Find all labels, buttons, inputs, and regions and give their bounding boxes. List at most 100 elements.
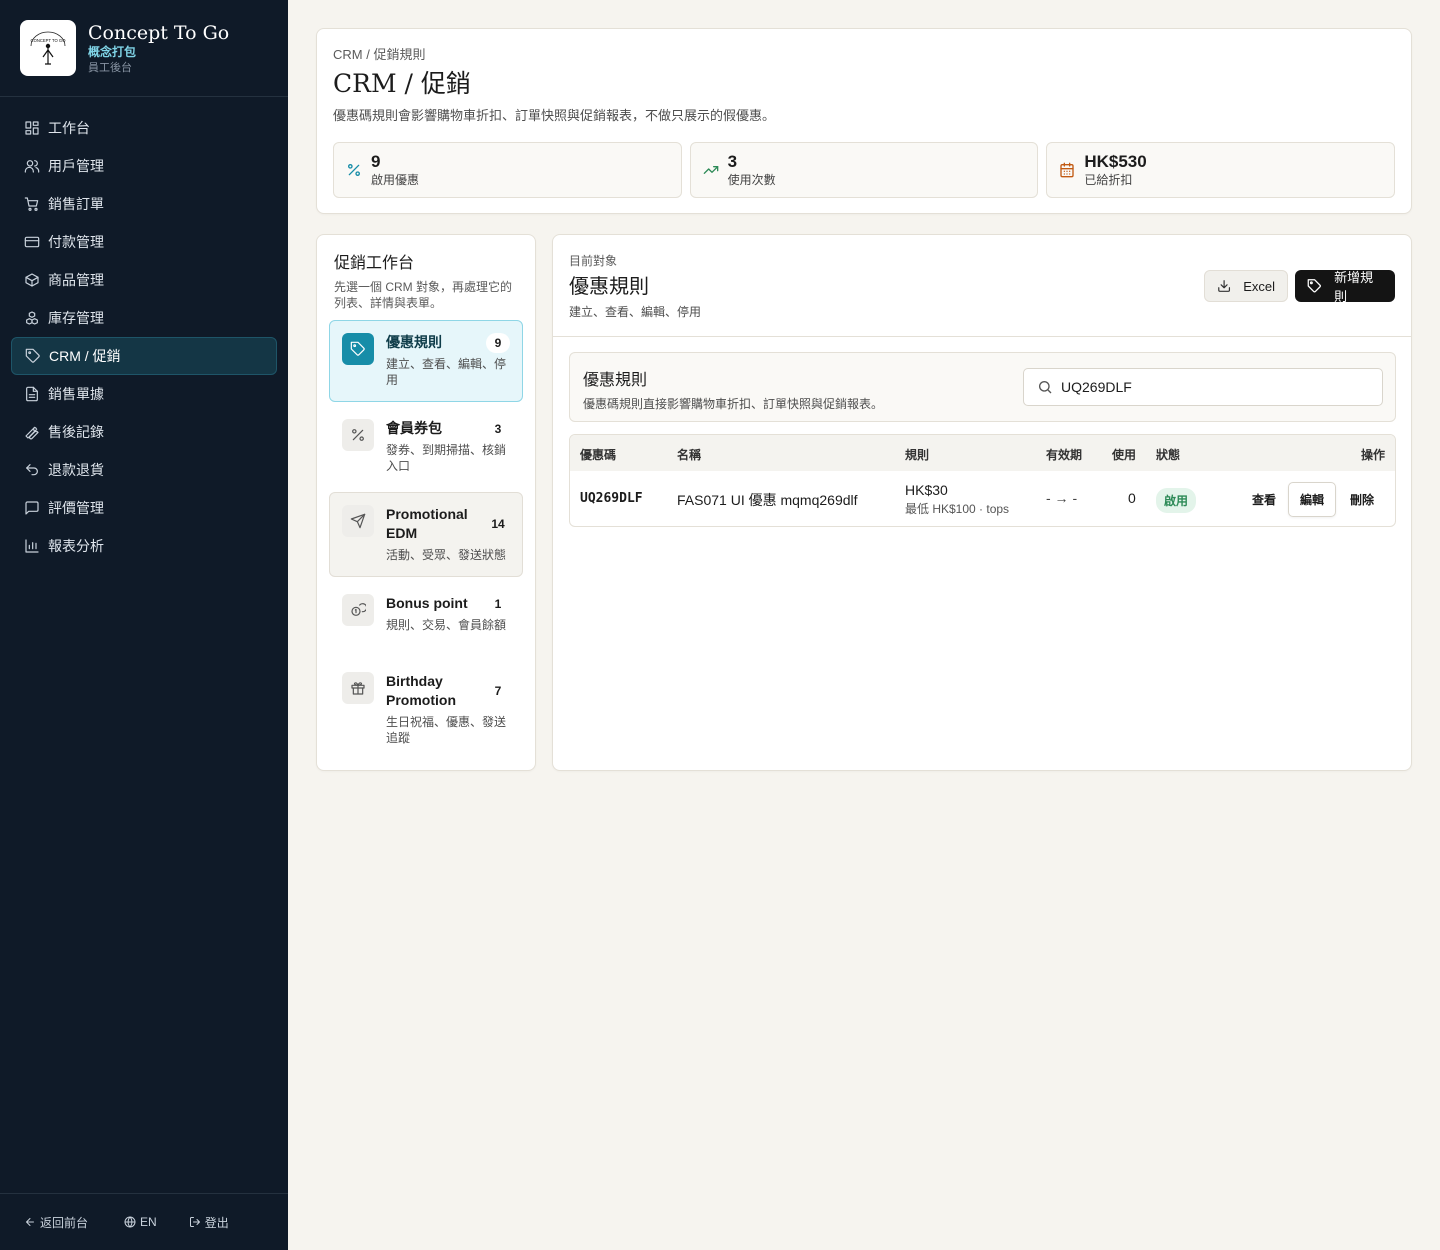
search-input[interactable] (1061, 379, 1361, 395)
nav-item-products[interactable]: 商品管理 (11, 261, 277, 299)
percent-icon (348, 164, 360, 176)
page-header: CRM / 促銷規則 CRM / 促銷 優惠碼規則會影響購物車折扣、訂單快照與促… (316, 28, 1412, 214)
nav-label: 評價管理 (48, 500, 104, 516)
column-header-usage: 使用 (1112, 448, 1137, 462)
nav-item-crm[interactable]: CRM / 促銷 (11, 337, 277, 375)
stat-value: 3 (727, 152, 738, 171)
dashboard-icon (25, 121, 39, 135)
nav-item-users[interactable]: 用戶管理 (11, 147, 277, 185)
nav-item-dashboard[interactable]: 工作台 (11, 109, 277, 147)
percent-icon (352, 429, 364, 441)
excel-export-button[interactable]: Excel (1204, 270, 1288, 302)
gift-icon (351, 682, 365, 695)
back-to-store-link[interactable]: 返回前台 (24, 1214, 88, 1231)
nav-item-refunds[interactable]: 退款退貨 (11, 451, 277, 489)
nav-label: 退款退貨 (48, 462, 104, 478)
workbench-item-member-coupons[interactable]: 會員券包 3 發券、到期掃描、核銷入口 (329, 406, 523, 488)
tag-icon (1307, 279, 1321, 293)
nav-label: 庫存管理 (48, 310, 104, 326)
workbench-item-bonus-point[interactable]: Bonus point 1 規則、交易、會員餘額 (329, 581, 523, 651)
add-rule-button[interactable]: 新增規則 (1295, 270, 1395, 304)
coupon-rule: HK$30 (905, 482, 948, 498)
boxes-icon (26, 311, 38, 325)
column-header-name: 名稱 (677, 448, 702, 462)
current-object-description: 建立、查看、編輯、停用 (569, 305, 702, 319)
cart-icon (24, 197, 39, 211)
page-title: CRM / 促銷 (333, 69, 471, 98)
promo-workbench: 促銷工作台 先選一個 CRM 對象，再處理它的列表、詳情與表單。 優惠規則 9 … (316, 234, 536, 771)
page-description: 優惠碼規則會影響購物車折扣、訂單快照與促銷報表，不做只展示的假優惠。 (333, 108, 776, 123)
brand-name: Concept To Go (88, 21, 230, 44)
main-header: 目前對象 優惠規則 建立、查看、編輯、停用 Excel 新增規則 (553, 235, 1411, 337)
brand-logo: CONCEPT TO GO (20, 20, 76, 76)
delete-button[interactable]: 刪除 (1350, 491, 1374, 508)
nav-item-orders[interactable]: 銷售訂單 (11, 185, 277, 223)
workbench-item-coupon-rules[interactable]: 優惠規則 9 建立、查看、編輯、停用 (329, 320, 523, 402)
nav-item-after-sales[interactable]: 售後記錄 (11, 413, 277, 451)
workbench-item-desc: 活動、受眾、發送狀態 (386, 548, 507, 562)
nav-item-payments[interactable]: 付款管理 (11, 223, 277, 261)
nav-label: 報表分析 (48, 538, 104, 554)
logout-button[interactable]: 登出 (189, 1214, 229, 1231)
users-icon (24, 160, 40, 173)
table-header: 優惠碼 名稱 規則 有效期 使用 狀態 操作 (570, 435, 1395, 471)
nav-item-reports[interactable]: 報表分析 (11, 527, 277, 565)
nav-item-sales-docs[interactable]: 銷售單據 (11, 375, 277, 413)
edit-button[interactable]: 編輯 (1288, 482, 1337, 517)
brand[interactable]: CONCEPT TO GO Concept To Go 概念打包 員工後台 (0, 0, 288, 97)
coupon-validity: - → - (1046, 490, 1078, 506)
workbench-item-desc: 發券、到期掃描、核銷入口 (386, 443, 507, 473)
nav-label: 商品管理 (48, 272, 104, 288)
box-icon (25, 273, 39, 287)
svg-text:CONCEPT TO GO: CONCEPT TO GO (31, 38, 67, 43)
trending-up-icon (703, 166, 719, 174)
nav-item-inventory[interactable]: 庫存管理 (11, 299, 277, 337)
tag-icon (25, 348, 40, 363)
wrench-icon (25, 426, 39, 440)
nav-label: 工作台 (48, 120, 90, 136)
download-icon (1218, 280, 1231, 292)
sidebar: CONCEPT TO GO Concept To Go 概念打包 員工後台 工作… (0, 0, 288, 1250)
workbench-item-birthday-promotion[interactable]: Birthday Promotion 7 生日祝福、優惠、發送追蹤 (329, 659, 523, 745)
table-row[interactable]: UQ269DLF FAS071 UI 優惠 mqmq269dlf HK$30 最… (570, 471, 1395, 526)
view-button[interactable]: 查看 (1252, 491, 1276, 508)
column-header-rule: 規則 (905, 448, 930, 462)
nav-label: CRM / 促銷 (49, 348, 121, 364)
brand-caption: 員工後台 (88, 61, 132, 74)
current-object-label: 目前對象 (569, 254, 618, 268)
count-badge: 14 (491, 517, 505, 531)
workbench-description: 先選一個 CRM 對象，再處理它的列表、詳情與表單。 (334, 280, 512, 310)
workbench-item-promotional-edm[interactable]: Promotional EDM 14 活動、受眾、發送狀態 (329, 492, 523, 577)
count-badge: 1 (494, 597, 502, 611)
arrow-left-icon (26, 1218, 34, 1226)
nav-label: 用戶管理 (48, 158, 104, 174)
credit-card-icon (24, 236, 40, 248)
nav-item-reviews[interactable]: 評價管理 (11, 489, 277, 527)
stat-active-promos: 9 啟用優惠 (333, 142, 682, 198)
brand-subtitle: 概念打包 (88, 44, 137, 59)
stat-discount-given: HK$530 已給折扣 (1046, 142, 1396, 198)
count-badge: 3 (494, 422, 502, 436)
sidebar-footer: 返回前台 EN 登出 (0, 1193, 288, 1250)
coupon-rule-detail: 最低 HK$100 · tops (905, 502, 1010, 516)
stat-label: 已給折扣 (1084, 173, 1133, 187)
workbench-item-desc: 生日祝福、優惠、發送追蹤 (386, 715, 507, 745)
nav-label: 銷售單據 (48, 386, 104, 402)
language-toggle[interactable]: EN (124, 1215, 157, 1229)
search-box (1023, 368, 1383, 406)
stat-value: 9 (371, 152, 381, 171)
nav-label: 銷售訂單 (48, 196, 104, 212)
column-header-validity: 有效期 (1046, 448, 1083, 462)
column-header-actions: 操作 (1360, 448, 1385, 462)
stat-label: 啟用優惠 (371, 173, 420, 187)
rules-table: 優惠碼 名稱 規則 有效期 使用 狀態 操作 UQ269DLF FAS071 U… (569, 434, 1396, 527)
globe-icon (124, 1216, 136, 1228)
workbench-item-desc: 建立、查看、編輯、停用 (386, 357, 507, 387)
tag-icon (350, 341, 365, 356)
count-badge: 7 (494, 684, 502, 698)
logout-icon (189, 1217, 200, 1227)
stat-usage-count: 3 使用次數 (689, 142, 1039, 198)
undo-icon (26, 464, 38, 476)
column-header-code: 優惠碼 (580, 448, 617, 462)
workbench-item-desc: 規則、交易、會員餘額 (386, 618, 507, 632)
